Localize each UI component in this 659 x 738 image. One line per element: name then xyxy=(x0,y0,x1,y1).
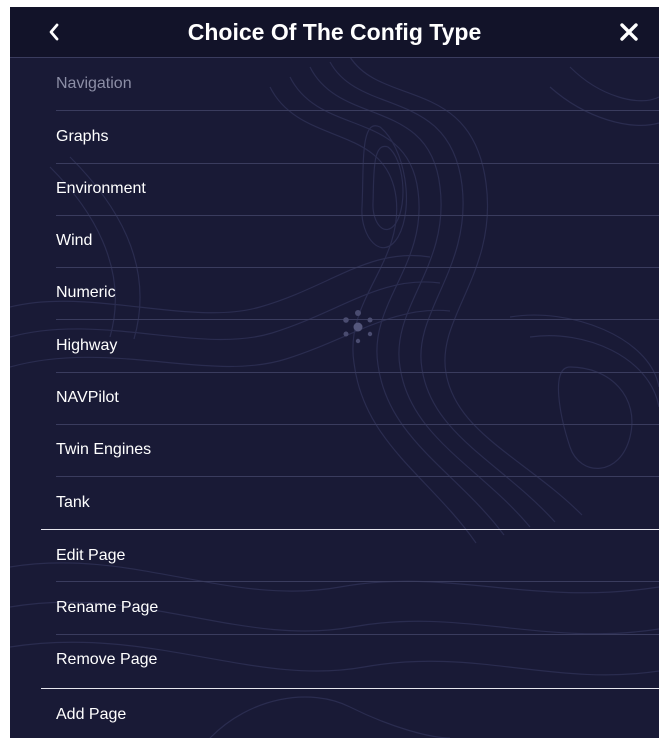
edit-page-button[interactable]: Edit Page xyxy=(10,530,659,582)
list-item-label: Add Page xyxy=(56,706,127,723)
config-type-tank[interactable]: Tank xyxy=(10,477,659,529)
list-item-label: Twin Engines xyxy=(56,441,152,458)
config-type-numeric[interactable]: Numeric xyxy=(10,267,659,319)
add-page-button[interactable]: Add Page xyxy=(10,689,659,738)
chevron-left-icon xyxy=(49,23,59,41)
list-item-label: Graphs xyxy=(56,128,109,145)
list-item-label: Wind xyxy=(56,232,93,249)
close-button[interactable] xyxy=(616,19,642,45)
config-type-highway[interactable]: Highway xyxy=(10,320,659,372)
config-type-dialog: Choice Of The Config Type Navigation Gra… xyxy=(10,7,659,738)
list-item-label: NAVPilot xyxy=(56,389,119,406)
list-item-label: Edit Page xyxy=(56,547,126,564)
list-item-label: Numeric xyxy=(56,284,116,301)
dialog-title: Choice Of The Config Type xyxy=(187,19,482,45)
close-icon xyxy=(620,23,638,41)
loading-spinner-icon xyxy=(343,310,373,344)
back-button[interactable] xyxy=(40,17,68,47)
config-type-graphs[interactable]: Graphs xyxy=(10,111,659,163)
config-type-navpilot[interactable]: NAVPilot xyxy=(10,372,659,424)
list-item-label: Environment xyxy=(56,180,146,197)
remove-page-button[interactable]: Remove Page xyxy=(10,634,659,686)
list-item-label: Tank xyxy=(56,494,90,511)
config-type-environment[interactable]: Environment xyxy=(10,163,659,215)
config-type-wind[interactable]: Wind xyxy=(10,215,659,267)
list-item-label: Rename Page xyxy=(56,599,159,616)
config-type-navigation: Navigation xyxy=(10,58,659,110)
config-type-twin-engines[interactable]: Twin Engines xyxy=(10,424,659,476)
list-item-label: Navigation xyxy=(56,75,132,92)
list-item-label: Highway xyxy=(56,337,118,354)
dialog-header: Choice Of The Config Type xyxy=(10,7,659,58)
rename-page-button[interactable]: Rename Page xyxy=(10,582,659,634)
list-item-label: Remove Page xyxy=(56,651,158,668)
